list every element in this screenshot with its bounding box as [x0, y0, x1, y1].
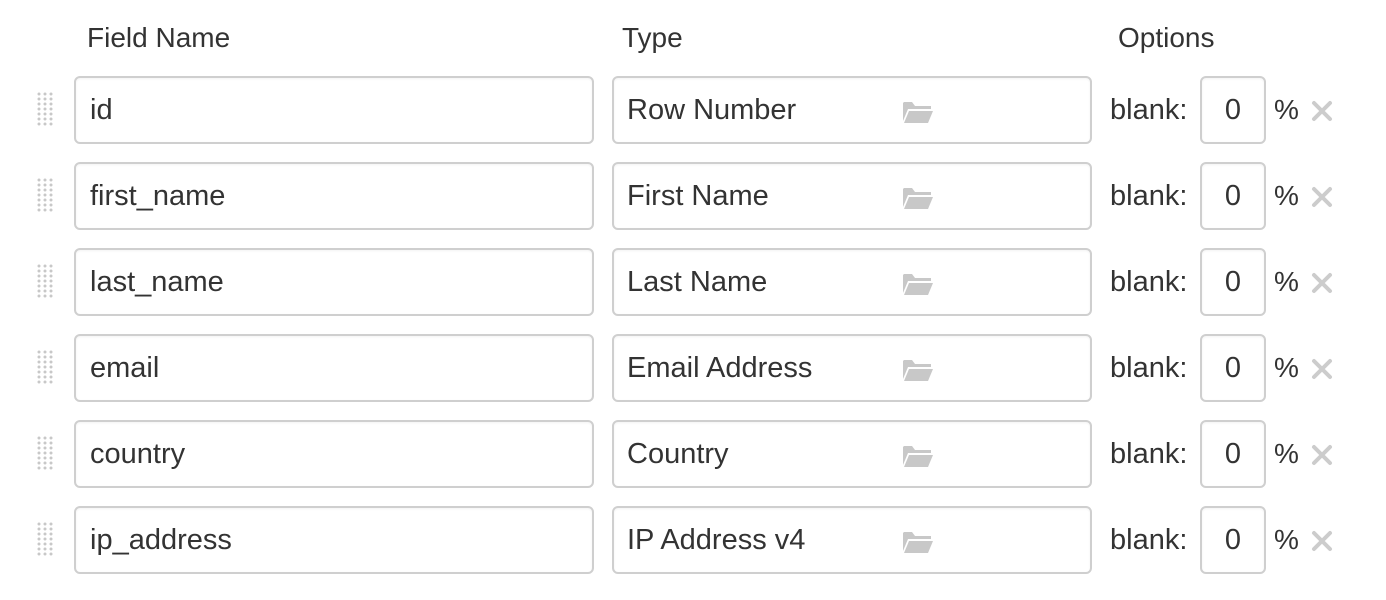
field-rows: Row Number blank: % First Name blank: %: [0, 76, 1386, 592]
type-label: First Name: [627, 180, 769, 212]
field-row: Row Number blank: %: [0, 76, 1386, 144]
type-selector[interactable]: Row Number: [612, 76, 1092, 144]
type-label: Last Name: [627, 266, 768, 298]
drag-handle-icon[interactable]: [36, 264, 54, 300]
percent-sign: %: [1274, 266, 1299, 297]
close-icon[interactable]: [1311, 186, 1333, 208]
folder-open-icon[interactable]: [902, 272, 934, 296]
field-name-input[interactable]: [74, 76, 594, 144]
drag-handle-icon[interactable]: [36, 92, 54, 128]
field-name-input[interactable]: [74, 248, 594, 316]
type-header: Type: [622, 22, 683, 53]
type-label: Email Address: [627, 352, 813, 384]
drag-handle-icon[interactable]: [36, 350, 54, 386]
field-row: First Name blank: %: [0, 162, 1386, 230]
folder-open-icon[interactable]: [902, 530, 934, 554]
close-icon[interactable]: [1311, 444, 1333, 466]
blank-label: blank:: [1110, 524, 1188, 556]
drag-handle-icon[interactable]: [36, 178, 54, 214]
drag-handle-icon[interactable]: [36, 436, 54, 472]
type-selector[interactable]: Country: [612, 420, 1092, 488]
folder-open-icon[interactable]: [902, 100, 934, 124]
percent-sign: %: [1274, 352, 1299, 383]
field-name-input[interactable]: [74, 420, 594, 488]
field-row: Country blank: %: [0, 420, 1386, 488]
type-selector[interactable]: First Name: [612, 162, 1092, 230]
folder-open-icon[interactable]: [902, 358, 934, 382]
field-name-header: Field Name: [87, 22, 231, 53]
close-icon[interactable]: [1311, 530, 1333, 552]
type-label: IP Address v4: [627, 524, 806, 556]
folder-open-icon[interactable]: [902, 444, 934, 468]
blank-percent-input[interactable]: [1200, 76, 1266, 144]
field-name-input[interactable]: [74, 162, 594, 230]
blank-label: blank:: [1110, 266, 1188, 298]
field-name-input[interactable]: [74, 334, 594, 402]
blank-label: blank:: [1110, 180, 1188, 212]
blank-label: blank:: [1110, 438, 1188, 470]
type-selector[interactable]: Email Address: [612, 334, 1092, 402]
field-name-input[interactable]: [74, 506, 594, 574]
close-icon[interactable]: [1311, 100, 1333, 122]
field-row: IP Address v4 blank: %: [0, 506, 1386, 574]
type-label: Country: [627, 438, 729, 470]
type-selector[interactable]: Last Name: [612, 248, 1092, 316]
drag-handle-icon[interactable]: [36, 522, 54, 558]
percent-sign: %: [1274, 438, 1299, 469]
blank-label: blank:: [1110, 94, 1188, 126]
close-icon[interactable]: [1311, 272, 1333, 294]
close-icon[interactable]: [1311, 358, 1333, 380]
folder-open-icon[interactable]: [902, 186, 934, 210]
blank-percent-input[interactable]: [1200, 334, 1266, 402]
type-selector[interactable]: IP Address v4: [612, 506, 1092, 574]
blank-percent-input[interactable]: [1200, 420, 1266, 488]
percent-sign: %: [1274, 180, 1299, 211]
options-header: Options: [1118, 22, 1215, 53]
blank-percent-input[interactable]: [1200, 248, 1266, 316]
blank-percent-input[interactable]: [1200, 162, 1266, 230]
blank-percent-input[interactable]: [1200, 506, 1266, 574]
field-row: Email Address blank: %: [0, 334, 1386, 402]
field-row: Last Name blank: %: [0, 248, 1386, 316]
percent-sign: %: [1274, 94, 1299, 125]
blank-label: blank:: [1110, 352, 1188, 384]
percent-sign: %: [1274, 524, 1299, 555]
type-label: Row Number: [627, 94, 797, 126]
